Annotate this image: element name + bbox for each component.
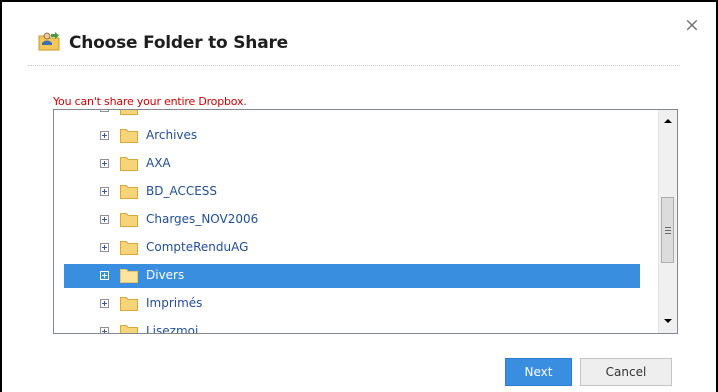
tree-row-divers-selected[interactable]: Divers	[64, 264, 640, 288]
title-divider	[28, 65, 680, 66]
tree-row-label: Charges_NOV2006	[146, 212, 259, 226]
expand-icon[interactable]	[100, 110, 109, 112]
grip-line	[665, 230, 671, 231]
tree-row-partial-top[interactable]	[64, 110, 640, 120]
expand-icon[interactable]	[100, 299, 109, 308]
tree-row-label: Lisezmoi	[146, 324, 199, 333]
tree-row-archives[interactable]: Archives	[64, 124, 640, 148]
tree-row-label: AXA	[146, 156, 171, 170]
tree-row-charges-nov2006[interactable]: Charges_NOV2006	[64, 208, 640, 232]
folder-icon	[120, 269, 138, 283]
folder-icon	[120, 213, 138, 227]
scroll-down-arrow-icon[interactable]	[664, 319, 672, 323]
tree-row-label: CompteRenduAG	[146, 240, 249, 254]
folder-icon	[120, 157, 138, 171]
folder-tree-rows: Archives AXA BD_ACCESS Charges_NOV2006 C…	[54, 110, 658, 333]
vertical-scrollbar[interactable]	[658, 110, 677, 333]
folder-icon	[120, 325, 138, 333]
folder-icon	[120, 110, 138, 115]
tree-row-bd-access[interactable]: BD_ACCESS	[64, 180, 640, 204]
window-border-left	[0, 0, 2, 392]
folder-icon	[120, 297, 138, 311]
grip-line	[665, 233, 671, 234]
tree-row-axa[interactable]: AXA	[64, 152, 640, 176]
tree-row-imprimes[interactable]: Imprimés	[64, 292, 640, 316]
error-message: You can't share your entire Dropbox.	[53, 95, 247, 108]
expand-icon[interactable]	[100, 187, 109, 196]
share-folder-icon	[38, 32, 60, 51]
cancel-button[interactable]: Cancel	[580, 358, 672, 386]
grip-line	[665, 227, 671, 228]
expand-icon[interactable]	[100, 271, 109, 280]
tree-row-compterenduag[interactable]: CompteRenduAG	[64, 236, 640, 260]
expand-icon[interactable]	[100, 131, 109, 140]
scroll-up-arrow-icon[interactable]	[664, 119, 672, 123]
folder-icon	[120, 129, 138, 143]
expand-icon[interactable]	[100, 215, 109, 224]
dialog-title: Choose Folder to Share	[69, 33, 288, 53]
next-button[interactable]: Next	[505, 358, 572, 386]
expand-icon[interactable]	[100, 159, 109, 168]
close-icon[interactable]: ×	[684, 16, 700, 35]
tree-row-label: Divers	[146, 268, 185, 282]
window-border-top	[0, 0, 718, 2]
tree-row-lisezmoi[interactable]: Lisezmoi	[64, 320, 640, 333]
scrollbar-thumb[interactable]	[661, 197, 674, 263]
tree-row-label: BD_ACCESS	[146, 184, 218, 198]
folder-tree[interactable]: Archives AXA BD_ACCESS Charges_NOV2006 C…	[53, 109, 678, 334]
expand-icon[interactable]	[100, 327, 109, 333]
expand-icon[interactable]	[100, 243, 109, 252]
folder-icon	[120, 241, 138, 255]
tree-row-label: Imprimés	[146, 296, 203, 310]
tree-row-label: Archives	[146, 128, 198, 142]
folder-icon	[120, 185, 138, 199]
